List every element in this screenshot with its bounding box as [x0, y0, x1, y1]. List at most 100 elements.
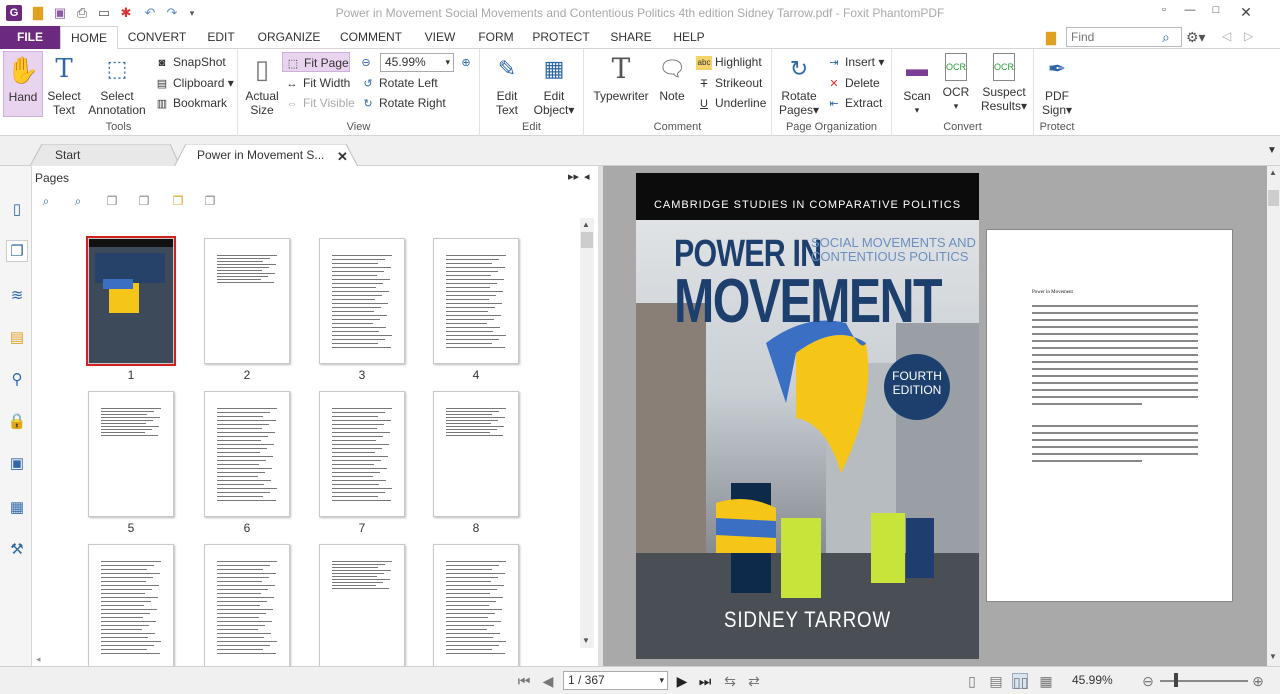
tab-convert[interactable]: CONVERT: [122, 26, 192, 49]
note-button[interactable]: 🗨 Note: [654, 51, 690, 104]
status-zoom-in-icon[interactable]: ⊕: [1250, 673, 1266, 689]
viewer-scroll-up-icon[interactable]: ▲: [1269, 168, 1277, 177]
viewer-scroll-down-icon[interactable]: ▼: [1269, 652, 1277, 661]
page-thumbnail[interactable]: [433, 391, 519, 517]
gear-icon[interactable]: ⚙▾: [1186, 29, 1210, 45]
extract-pages-icon[interactable]: ❐: [136, 194, 152, 210]
fit-page-button[interactable]: ⬚ Fit Page: [282, 52, 350, 72]
tab-share[interactable]: SHARE: [602, 26, 660, 49]
actual-size-button[interactable]: ▯ Actual Size: [242, 51, 282, 117]
maximize-icon[interactable]: □: [1208, 4, 1224, 20]
page-thumbnail[interactable]: [204, 238, 290, 364]
select-annotation-button[interactable]: ⬚ Select Annotation: [86, 51, 148, 118]
content-panel-icon[interactable]: ▦: [6, 496, 28, 518]
pdf-sign-button[interactable]: ✒ PDF Sign▾: [1038, 51, 1076, 118]
edit-text-button[interactable]: ✎ Edit Text: [486, 51, 528, 118]
page-thumbnail[interactable]: [86, 236, 176, 366]
viewer-scroll-thumb[interactable]: [1268, 190, 1279, 206]
scroll-up-icon[interactable]: ▲: [582, 220, 590, 229]
pages-panel-icon[interactable]: ❐: [6, 240, 28, 262]
tab-comment[interactable]: COMMENT: [334, 26, 408, 49]
tab-home[interactable]: HOME: [60, 26, 118, 50]
previous-page-icon[interactable]: ◀: [540, 673, 556, 689]
close-tab-icon[interactable]: ✕: [337, 149, 348, 165]
scan-button[interactable]: ▬ Scan ▾: [898, 51, 936, 117]
page-properties-icon[interactable]: ❐: [170, 194, 186, 210]
viewer-scrollbar[interactable]: ▲ ▼: [1267, 166, 1280, 666]
ocr-button[interactable]: OCR OCR ▾: [938, 51, 974, 113]
zoom-in-thumbnails-icon[interactable]: ⌕: [70, 194, 86, 210]
page-thumbnail[interactable]: [88, 544, 174, 670]
previous-view-icon[interactable]: ⇆: [722, 673, 738, 689]
collapse-panel-icon[interactable]: ◂: [584, 170, 590, 183]
rotate-pages-button[interactable]: ↻ Rotate Pages▾: [776, 51, 822, 118]
single-page-icon[interactable]: ▯: [964, 673, 980, 689]
status-zoom-out-icon[interactable]: ⊖: [1140, 673, 1156, 689]
layers-panel-icon[interactable]: ≋: [6, 284, 28, 306]
tab-edit[interactable]: EDIT: [198, 26, 244, 49]
next-find-icon[interactable]: ▷: [1244, 29, 1258, 45]
tab-start[interactable]: Start: [33, 144, 173, 166]
delete-button[interactable]: ✕ Delete: [826, 73, 879, 93]
select-text-button[interactable]: T Select Text: [44, 51, 84, 117]
rotate-right-button[interactable]: ↻ Rotate Right: [360, 93, 445, 113]
attachments-panel-icon[interactable]: ⚲: [6, 368, 28, 390]
scroll-down-icon[interactable]: ▼: [582, 636, 590, 645]
search-icon[interactable]: ⌕: [1162, 29, 1178, 45]
insert-button[interactable]: ⇥ Insert ▾: [826, 52, 884, 72]
page-thumbnail[interactable]: [88, 391, 174, 517]
tab-protect[interactable]: PROTECT: [528, 26, 594, 49]
highlight-button[interactable]: abc Highlight: [696, 52, 762, 72]
first-page-icon[interactable]: ⏮: [516, 673, 532, 689]
page-thumbnail[interactable]: [204, 544, 290, 670]
typewriter-button[interactable]: T Typewriter: [590, 51, 652, 104]
edit-object-button[interactable]: ▦ Edit Object▾: [530, 51, 578, 118]
bookmarks-panel-icon[interactable]: ▯: [6, 198, 28, 220]
zoom-in-icon[interactable]: ⊕: [458, 52, 477, 72]
hand-tool-button[interactable]: ✋ Hand: [3, 51, 43, 117]
zoom-out-icon[interactable]: ⊖: [358, 52, 377, 72]
strikeout-button[interactable]: T Strikeout: [696, 73, 763, 93]
destinations-panel-icon[interactable]: ⚒: [6, 538, 28, 560]
page-thumbnail[interactable]: [204, 391, 290, 517]
page-thumbnail[interactable]: [319, 391, 405, 517]
page-thumbnail[interactable]: [319, 544, 405, 670]
scroll-left-icon[interactable]: ◂: [36, 654, 41, 665]
fit-visible-button[interactable]: ⇔ Fit Visible: [284, 93, 355, 113]
rotate-left-button[interactable]: ↺ Rotate Left: [360, 73, 437, 93]
zoom-slider-thumb[interactable]: [1174, 673, 1178, 687]
page-thumbnail[interactable]: [433, 238, 519, 364]
insert-pages-icon[interactable]: ❐: [104, 194, 120, 210]
underline-button[interactable]: U Underline: [696, 93, 766, 113]
fit-width-button[interactable]: ↔ Fit Width: [284, 73, 351, 93]
prev-find-icon[interactable]: ◁: [1222, 29, 1236, 45]
minimize-icon[interactable]: —: [1182, 4, 1198, 20]
find-folder-icon[interactable]: ▇: [1046, 30, 1062, 46]
pages-scrollbar[interactable]: ▲ ▼: [580, 218, 594, 648]
pages-scroll-thumb[interactable]: [581, 232, 593, 248]
facing-icon[interactable]: ▯▯: [1012, 673, 1028, 690]
snapshot-button[interactable]: ◙ SnapShot: [154, 52, 226, 72]
next-view-icon[interactable]: ⇄: [746, 673, 762, 689]
clipboard-button[interactable]: ▤ Clipboard ▾: [154, 73, 234, 93]
tab-view[interactable]: VIEW: [416, 26, 464, 49]
tab-organize[interactable]: ORGANIZE: [252, 26, 326, 49]
expand-panel-icon[interactable]: ▸▸: [568, 170, 579, 183]
page-thumbnail[interactable]: [319, 238, 405, 364]
last-page-icon[interactable]: ⏭: [697, 673, 713, 689]
next-page-icon[interactable]: ▶: [674, 673, 690, 689]
page-number-field[interactable]: 1 / 367 ▾: [563, 671, 668, 690]
zoom-select[interactable]: 45.99% ▾: [380, 53, 454, 72]
continuous-icon[interactable]: ▤: [988, 673, 1004, 689]
comments-panel-icon[interactable]: ▤: [6, 326, 28, 348]
signatures-panel-icon[interactable]: ▣: [6, 452, 28, 474]
bookmark-button[interactable]: ▥ Bookmark: [154, 93, 227, 113]
zoom-out-thumbnails-icon[interactable]: ⌕: [38, 194, 54, 210]
delete-pages-icon[interactable]: ❐: [202, 194, 218, 210]
tabs-dropdown-icon[interactable]: ▼: [1267, 145, 1277, 156]
page-thumbnail[interactable]: [433, 544, 519, 670]
suspect-results-button[interactable]: OCR Suspect Results▾: [978, 51, 1030, 113]
tab-form[interactable]: FORM: [472, 26, 520, 49]
security-panel-icon[interactable]: 🔒: [6, 410, 28, 432]
tab-help[interactable]: HELP: [668, 26, 710, 49]
